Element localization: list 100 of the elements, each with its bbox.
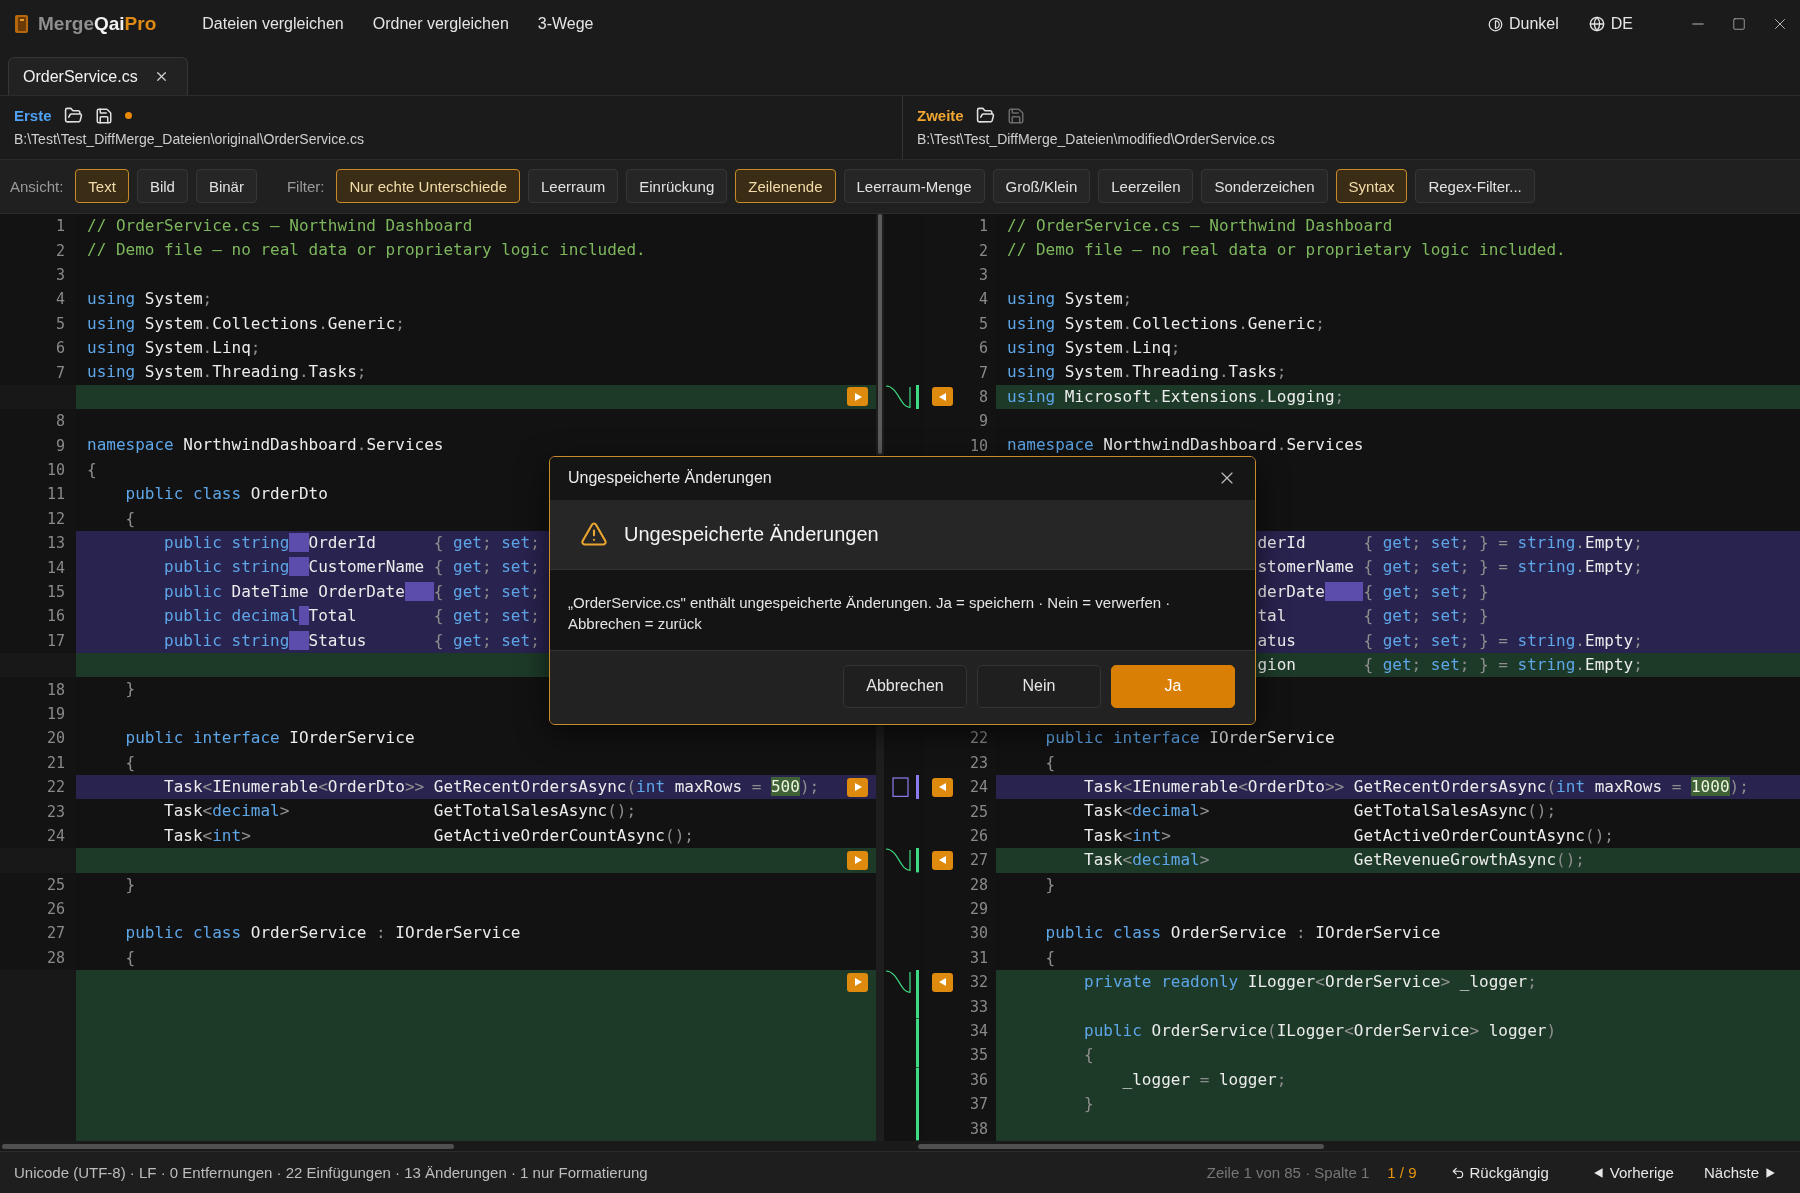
code-line: public class OrderService : IOrderService <box>1044 922 1441 945</box>
line-number: 17 <box>46 631 65 650</box>
line-number: 9 <box>55 436 65 455</box>
code-line: Task<IEnumerable<OrderDto>> GetRecentOrdersAsync(int maxRows = 500); <box>163 775 820 798</box>
line-number: 29 <box>969 900 988 919</box>
line-number: 28 <box>46 948 65 967</box>
line-number: 21 <box>46 753 65 772</box>
line-number: 2 <box>978 241 988 260</box>
code-line: namespace NorthwindDashboard.Services <box>1007 434 1364 457</box>
line-number: 13 <box>46 534 65 553</box>
line-number: 23 <box>46 802 65 821</box>
line-number: 20 <box>46 729 65 748</box>
line-number: 27 <box>46 924 65 943</box>
code-line: private readonly ILogger<OrderService> _logger; <box>1083 971 1537 994</box>
code-line: } <box>1044 873 1056 896</box>
line-number: 30 <box>969 924 988 943</box>
diff-counter: 1 / 9 <box>1387 1164 1417 1181</box>
toolbar-label: Ansicht: <box>10 177 64 195</box>
code-line: Task<decimal> GetTotalSalesAsync(); <box>1083 800 1557 823</box>
code-line: Task<int> GetActiveOrderCountAsync(); <box>1083 824 1614 847</box>
code-line: public class OrderDto <box>124 483 328 506</box>
code-line: { <box>1044 751 1056 774</box>
code-line: using System.Linq; <box>87 336 261 359</box>
line-number: 7 <box>978 363 988 382</box>
code-line: gion { get; set; } = string.Empty; <box>1257 654 1643 676</box>
line-number: 25 <box>969 802 988 821</box>
line-number: 10 <box>46 461 65 480</box>
code-line: namespace NorthwindDashboard.Services <box>87 434 444 457</box>
app-logo: MergeQaiPro <box>38 13 157 35</box>
code-line: Task<decimal> GetTotalSalesAsync(); <box>163 800 637 823</box>
code-line: } <box>124 873 136 896</box>
code-line: public interface IOrderService <box>1044 727 1335 750</box>
code-line: using System.Threading.Tasks; <box>1007 361 1287 384</box>
code-line: { <box>1083 1044 1094 1067</box>
code-line: { <box>124 946 136 969</box>
code-line: using System.Linq; <box>1007 336 1181 359</box>
dialog-title: Ungespeicherte Änderungen <box>568 469 772 488</box>
line-number: 3 <box>55 265 65 284</box>
line-number: 6 <box>978 339 988 358</box>
line-number: 9 <box>978 412 988 431</box>
code-line: derDate { get; set; } <box>1257 580 1489 603</box>
line-number: 27 <box>969 851 988 870</box>
line-number: 3 <box>978 265 988 284</box>
code-line: // OrderService.cs – Northwind Dashboard <box>1007 214 1393 237</box>
line-number: 5 <box>978 314 988 333</box>
dialog-heading: Ungespeicherte Änderungen <box>624 522 879 546</box>
code-line: public string OrderId { get; set; <box>163 532 540 555</box>
line-number: 34 <box>969 1022 988 1041</box>
code-line: using System; <box>87 288 213 311</box>
file-label: Erste <box>14 107 52 124</box>
code-line: atus { get; set; } = string.Empty; <box>1257 629 1643 652</box>
file-path: B:\Test\Test_DiffMerge_Dateien\original\OrderService.cs <box>14 131 365 147</box>
line-number: 7 <box>55 363 65 382</box>
code-line: _logger = logger; <box>1121 1068 1287 1091</box>
line-number: 28 <box>969 875 988 894</box>
line-number: 6 <box>55 339 65 358</box>
line-number: 22 <box>46 778 65 797</box>
line-number: 23 <box>969 753 988 772</box>
line-number: 36 <box>969 1070 988 1089</box>
cursor-position: Zeile 1 von 85 · Spalte 1 <box>1206 1164 1370 1181</box>
status-summary: Unicode (UTF-8) · LF · 0 Entfernungen · 22 Einfügungen · 13 Änderungen · 1 nur Formatierung <box>14 1164 648 1181</box>
code-line: // OrderService.cs – Northwind Dashboard <box>87 214 473 237</box>
line-number: 33 <box>969 997 988 1016</box>
line-number: 1 <box>55 217 65 236</box>
line-number: 10 <box>969 436 988 455</box>
code-line: { <box>124 751 136 774</box>
code-line: public decimal Total { get; set; <box>163 605 540 628</box>
line-number: 35 <box>969 1046 988 1065</box>
code-line: derId { get; set; } = string.Empty; <box>1257 532 1643 555</box>
line-number: 1 <box>978 217 988 236</box>
code-line: public string CustomerName { get; set; <box>163 556 540 579</box>
line-number: 24 <box>46 826 65 845</box>
line-number: 12 <box>46 509 65 528</box>
line-number: 24 <box>969 778 988 797</box>
toolbar-label: Filter: <box>286 177 325 195</box>
code-line: using System; <box>1007 288 1133 311</box>
code-line: tal { get; set; } <box>1257 605 1489 628</box>
code-line: public string Status { get; set; <box>163 629 540 652</box>
line-number: 22 <box>969 729 988 748</box>
line-number: 5 <box>55 314 65 333</box>
code-line: stomerName { get; set; } = string.Empty; <box>1257 556 1643 579</box>
code-line: } <box>124 678 136 701</box>
line-number: 4 <box>55 290 65 309</box>
line-number: 25 <box>46 875 65 894</box>
line-number: 38 <box>969 1119 988 1138</box>
code-line: public OrderService(ILogger<OrderService> logger) <box>1083 1019 1557 1042</box>
code-line: using System.Collections.Generic; <box>1007 312 1325 335</box>
code-line: public interface IOrderService <box>124 727 415 750</box>
line-number: 26 <box>969 826 988 845</box>
line-number: 26 <box>46 900 65 919</box>
line-number: 2 <box>55 241 65 260</box>
code-line: using System.Collections.Generic; <box>87 312 405 335</box>
code-line: // Demo file – no real data or proprietary logic included. <box>1007 239 1566 262</box>
file-label: Zweite <box>917 107 964 124</box>
line-number: 15 <box>46 583 65 601</box>
line-number: 32 <box>969 973 988 992</box>
dialog-message: „OrderService.cs" enthält ungespeicherte Änderungen. Ja = speichern · Nein = verwerfen · Abbrechen = zurück <box>568 592 1172 634</box>
code-line: Task<IEnumerable<OrderDto>> GetRecentOrdersAsync(int maxRows = 1000); <box>1083 775 1749 798</box>
code-line: using Microsoft.Extensions.Logging; <box>1007 385 1345 408</box>
code-line: Task<decimal> GetRevenueGrowthAsync(); <box>1083 849 1585 872</box>
